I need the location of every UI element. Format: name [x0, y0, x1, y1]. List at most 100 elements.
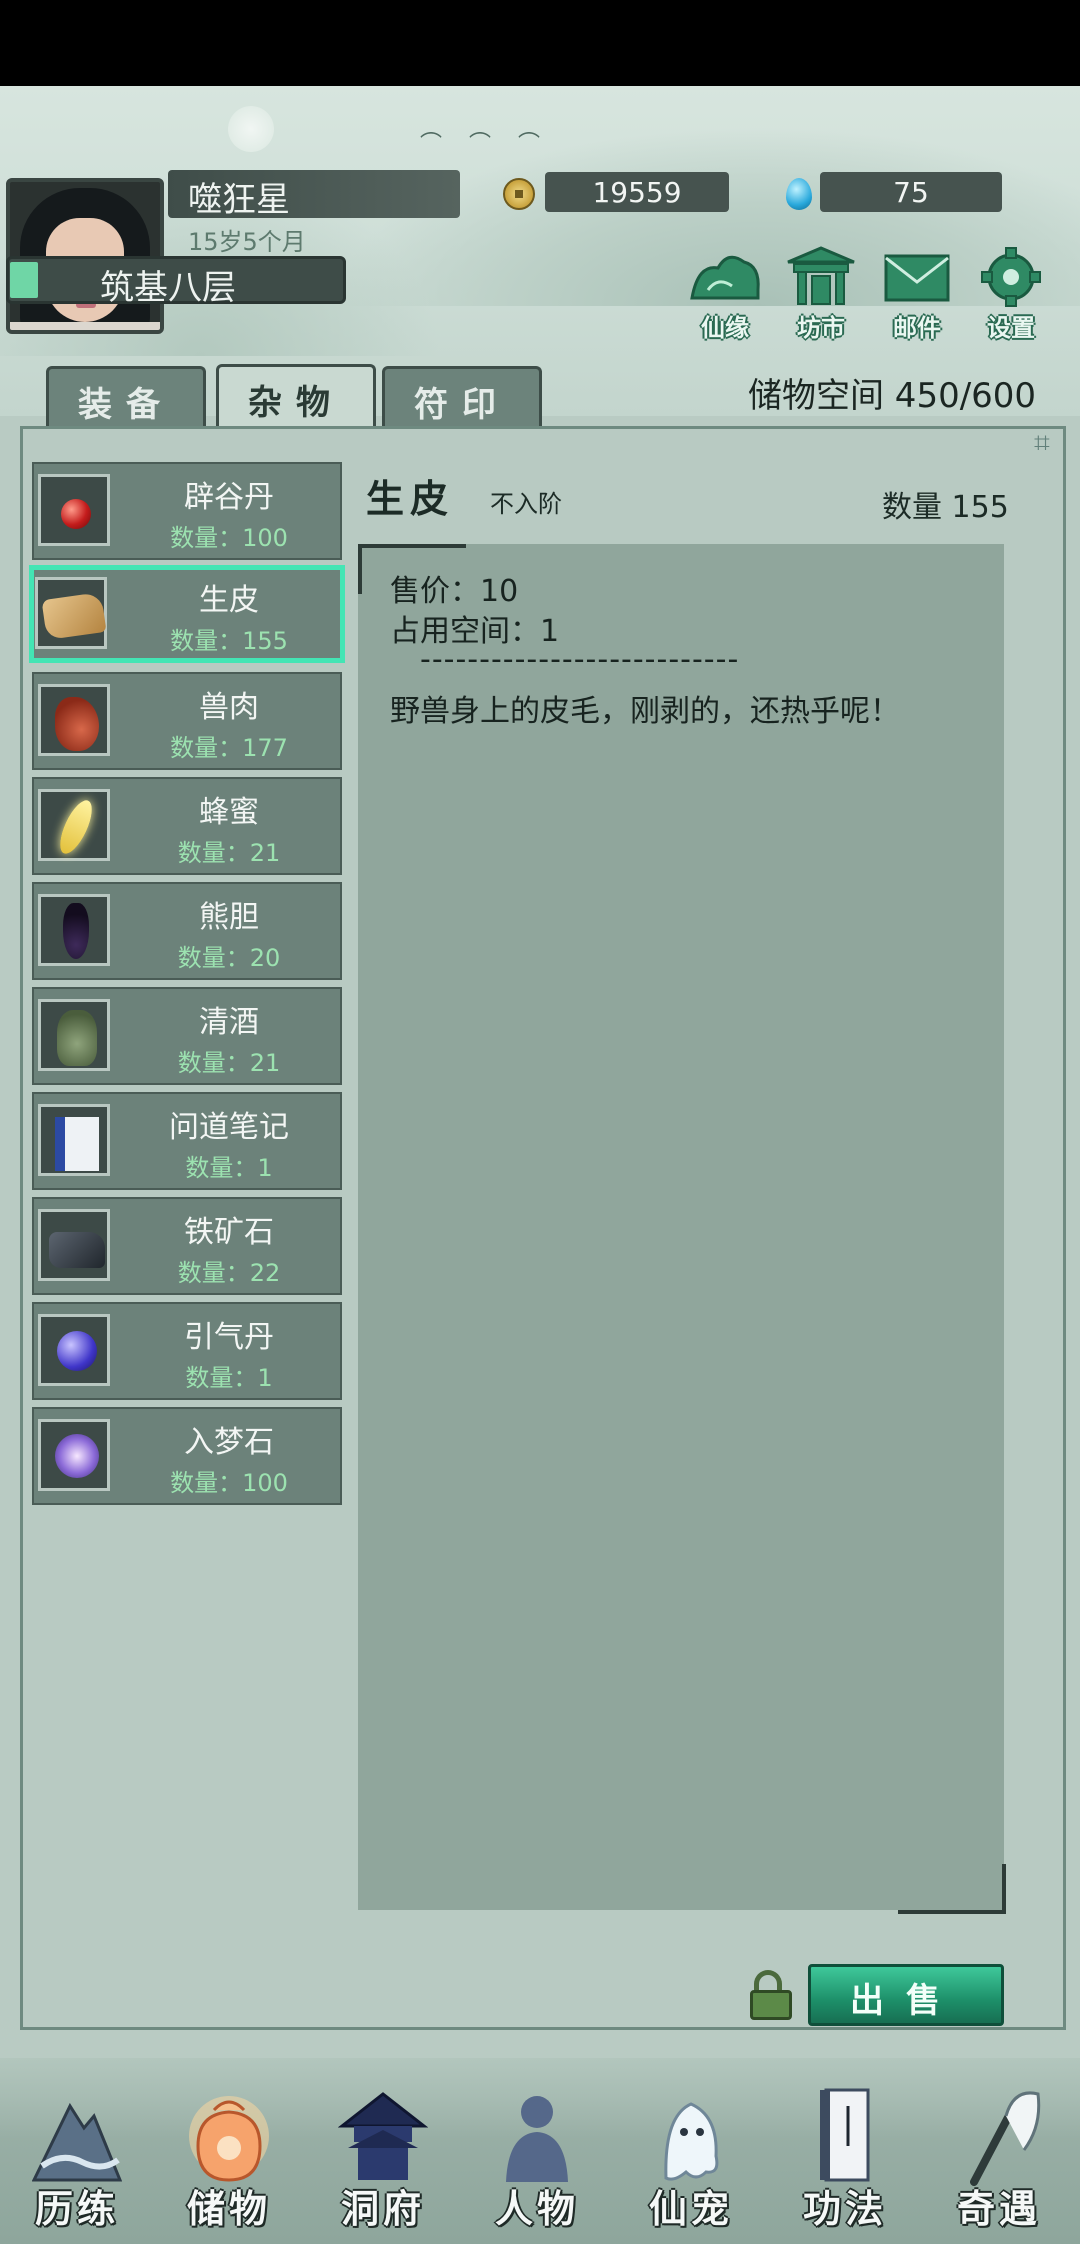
item-name: 问道笔记 — [169, 1110, 289, 1145]
realm-label: 筑基八层 — [100, 268, 236, 308]
nav-techniques[interactable]: 功法 — [770, 2086, 920, 2236]
nav-training[interactable]: 历练 — [2, 2086, 152, 2236]
sell-button[interactable]: 出售 — [808, 1964, 1004, 2026]
mail-icon — [884, 254, 950, 302]
market-label: 坊市 — [797, 313, 845, 342]
nav-cave[interactable]: 洞府 — [308, 2086, 458, 2236]
nav-label: 洞府 — [340, 2186, 425, 2231]
nav-label: 奇遇 — [956, 2186, 1041, 2231]
item-qty: 数量：100 — [170, 1469, 288, 1497]
list-item[interactable]: 入梦石 数量：100 — [32, 1407, 342, 1505]
dream-stone-icon — [55, 1434, 99, 1478]
nav-label: 仙宠 — [648, 2186, 733, 2231]
nav-encounters[interactable]: 奇遇 — [924, 2086, 1074, 2236]
settings-label: 设置 — [987, 313, 1035, 342]
list-item[interactable]: 引气丹 数量：1 — [32, 1302, 342, 1400]
nav-pet[interactable]: 仙宠 — [616, 2086, 766, 2236]
detail-box — [358, 544, 1004, 1910]
detail-price: 售价：10 — [390, 574, 519, 609]
player-age: 15岁5个月 — [188, 228, 306, 256]
item-slot — [38, 789, 110, 861]
detail-description: 野兽身上的皮毛，刚剥的，还热乎呢！ — [390, 694, 900, 729]
item-slot — [38, 1104, 110, 1176]
mail-button[interactable]: 邮件 — [872, 246, 962, 346]
scroll-book-icon — [820, 2088, 870, 2182]
item-qty: 数量：21 — [177, 839, 281, 867]
item-name: 生皮 — [199, 583, 259, 618]
list-item[interactable]: 熊胆 数量：20 — [32, 882, 342, 980]
item-slot — [35, 577, 107, 649]
tab-label: 装备 — [78, 385, 174, 425]
bracket-decoration — [898, 1864, 1006, 1914]
item-name: 铁矿石 — [184, 1215, 274, 1250]
item-name: 辟谷丹 — [184, 480, 274, 515]
item-slot — [38, 1209, 110, 1281]
pavilion-icon — [338, 2092, 428, 2180]
tab-label: 杂物 — [248, 383, 344, 423]
realm-progress — [10, 262, 38, 298]
item-qty: 数量：21 — [177, 1049, 281, 1077]
nav-character[interactable]: 人物 — [462, 2086, 612, 2236]
status-bar — [0, 0, 1080, 86]
list-item[interactable]: 铁矿石 数量：22 — [32, 1197, 342, 1295]
item-name: 引气丹 — [184, 1320, 274, 1355]
notebook-icon — [55, 1117, 99, 1171]
brush-icon — [970, 2091, 1041, 2186]
sell-label: 出售 — [850, 1981, 962, 2021]
mail-label: 邮件 — [893, 313, 941, 342]
item-slot — [38, 999, 110, 1071]
list-item[interactable]: 清酒 数量：21 — [32, 987, 342, 1085]
market-button[interactable]: 坊市 — [776, 246, 866, 346]
list-item[interactable]: 辟谷丹 数量：100 — [32, 462, 342, 560]
item-qty: 数量：20 — [177, 944, 281, 972]
honey-icon — [53, 796, 99, 858]
tab-equipment[interactable]: 装备 — [46, 366, 206, 428]
nav-storage[interactable]: 储物 — [154, 2086, 304, 2236]
corner-ornament-icon: ⌗ — [1034, 426, 1050, 459]
lock-button[interactable] — [750, 1970, 792, 2020]
nav-label: 历练 — [34, 2186, 119, 2231]
qi-pill-icon — [57, 1331, 97, 1371]
tab-misc[interactable]: 杂物 — [216, 364, 376, 430]
ghost-pet-icon — [664, 2102, 719, 2181]
item-qty: 数量：100 — [170, 524, 288, 552]
fate-button[interactable]: 仙缘 — [680, 246, 770, 346]
item-qty: 数量：22 — [177, 1259, 281, 1287]
settings-button[interactable]: 设置 — [966, 246, 1056, 346]
list-item[interactable]: 蜂蜜 数量：21 — [32, 777, 342, 875]
item-slot — [38, 1314, 110, 1386]
list-item[interactable]: 兽肉 数量：177 — [32, 672, 342, 770]
moon-decoration — [228, 106, 274, 152]
player-name: 噬狂星 — [188, 180, 290, 220]
item-qty: 数量：155 — [170, 627, 288, 655]
detail-item-qty: 数量 155 — [882, 490, 1009, 525]
tab-label: 符印 — [414, 385, 510, 425]
item-name: 兽肉 — [199, 690, 259, 725]
item-slot — [38, 894, 110, 966]
item-name: 清酒 — [199, 1005, 259, 1040]
coin-amount: 19559 — [592, 176, 682, 209]
nav-label: 人物 — [494, 2186, 579, 2231]
list-item-selected[interactable]: 生皮 数量：155 — [29, 565, 345, 663]
item-name: 入梦石 — [184, 1425, 274, 1460]
birds-decoration: ⌒ ⌒ ⌒ — [420, 132, 550, 157]
tab-seals[interactable]: 符印 — [382, 366, 542, 428]
gear-icon — [981, 247, 1041, 307]
item-qty: 数量：1 — [185, 1364, 273, 1392]
fate-icon — [690, 255, 760, 300]
iron-ore-icon — [49, 1232, 105, 1268]
item-slot — [38, 474, 110, 546]
item-name: 蜂蜜 — [199, 795, 259, 830]
detail-divider: --------------------------- — [420, 642, 740, 677]
detail-item-grade: 不入阶 — [490, 490, 562, 518]
item-slot — [38, 1419, 110, 1491]
pill-icon — [61, 499, 91, 529]
nav-label: 功法 — [802, 2186, 887, 2231]
fate-label: 仙缘 — [701, 313, 749, 342]
nav-label: 储物 — [186, 2186, 271, 2231]
item-qty: 数量：1 — [185, 1154, 273, 1182]
list-item[interactable]: 问道笔记 数量：1 — [32, 1092, 342, 1190]
bear-bile-icon — [63, 903, 89, 959]
coin-icon — [503, 178, 535, 210]
item-qty: 数量：177 — [170, 734, 288, 762]
